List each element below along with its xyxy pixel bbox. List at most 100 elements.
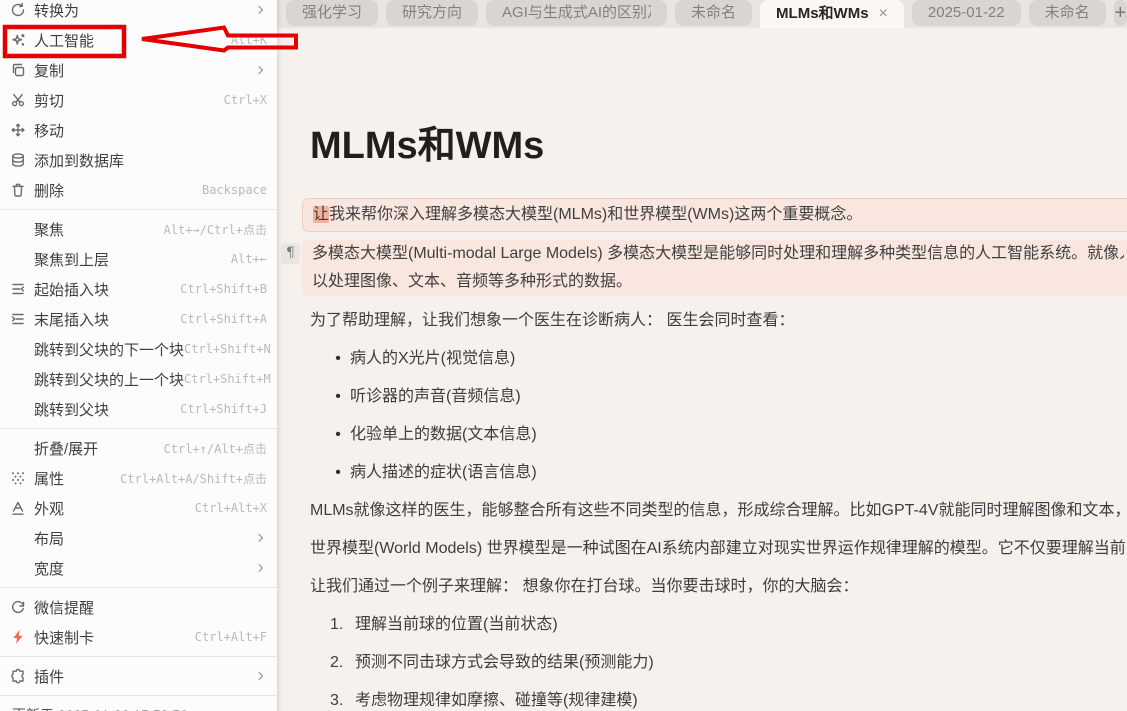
menu-item-focus-parent[interactable]: 聚焦到上层Alt+←	[0, 244, 277, 274]
bullet-marker: •	[326, 424, 350, 445]
cut-icon	[10, 92, 28, 108]
menu-item-jump-parent-prev[interactable]: 跳转到父块的上一个块Ctrl+Shift+M	[0, 364, 277, 394]
icon-spacer	[10, 530, 28, 546]
menu-item-label: 移动	[34, 120, 267, 141]
bullet-list-item[interactable]: •病人描述的症状(语言信息)	[310, 462, 1127, 483]
icon-spacer	[10, 221, 28, 237]
menu-item-insert-block-end[interactable]: 末尾插入块Ctrl+Shift+A	[0, 304, 277, 334]
menu-item-label: 人工智能	[34, 30, 231, 51]
tab-label: 研究方向	[402, 0, 462, 26]
menu-item-shortcut: Ctrl+X	[224, 93, 267, 107]
numbered-list-item[interactable]: 1.理解当前球的位置(当前状态)	[310, 614, 1127, 635]
menu-item-label: 末尾插入块	[34, 309, 180, 330]
paragraph-block[interactable]: MLMs就像这样的医生，能够整合所有这些不同类型的信息，形成综合理解。比如GPT…	[310, 500, 1127, 521]
paragraph-block[interactable]: 世界模型(World Models) 世界模型是一种试图在AI系统内部建立对现实…	[310, 538, 1127, 559]
tab-2025-01-22[interactable]: 2025-01-22	[912, 0, 1021, 26]
tab-agi-vs-genai[interactable]: AGI与生成式AI的区别及A	[486, 0, 667, 26]
paragraph-block[interactable]: 让我们通过一个例子来理解： 想象你在打台球。当你要击球时，你的大脑会：	[310, 576, 1127, 597]
tab-close-icon[interactable]: ×	[879, 1, 888, 27]
tab-label: 未命名	[691, 0, 736, 26]
wechat-icon	[10, 599, 28, 615]
menu-item-shortcut: Ctrl+↑/Alt+点击	[164, 440, 267, 457]
text-line: 以处理图像、文本、音频等多种形式的数据。	[312, 268, 1124, 296]
menu-item-add-to-database[interactable]: 添加到数据库	[0, 145, 277, 175]
chevron-right-icon	[255, 2, 267, 18]
menu-item-plugin[interactable]: 插件	[0, 661, 277, 691]
chevron-right-icon	[255, 668, 267, 684]
move-icon	[10, 122, 28, 138]
menu-separator	[0, 587, 277, 588]
paragraph-gutter-icon[interactable]: ¶	[281, 243, 300, 264]
numbered-list-item[interactable]: 3.考虑物理规律如摩擦、碰撞等(规律建模)	[310, 690, 1127, 711]
bullet-list-item[interactable]: •化验单上的数据(文本信息)	[310, 424, 1127, 445]
number-marker: 2.	[330, 652, 355, 673]
tab-untitled-1[interactable]: 未命名	[675, 0, 752, 26]
icon-spacer	[10, 401, 28, 417]
ai-highlighted-block[interactable]: ¶多模态大模型(Multi-modal Large Models) 多模态大模型…	[302, 240, 1127, 296]
menu-separator	[0, 428, 277, 429]
tab-research-direction[interactable]: 研究方向	[386, 0, 478, 26]
chevron-right-icon	[255, 530, 267, 546]
icon-spacer	[10, 251, 28, 267]
ai-highlighted-block[interactable]: 让我来帮你深入理解多模态大模型(MLMs)和世界模型(WMs)这两个重要概念。	[302, 198, 1127, 232]
icon-spacer	[10, 371, 28, 387]
block-updated-timestamp: 更新于 2025-01-22 15:52:56	[0, 700, 277, 711]
tab-untitled-2[interactable]: 未命名	[1029, 0, 1106, 26]
menu-item-label: 布局	[34, 528, 255, 549]
menu-item-layout[interactable]: 布局	[0, 523, 277, 553]
menu-item-shortcut: Ctrl+Shift+M	[184, 372, 271, 386]
menu-item-label: 聚焦	[34, 219, 164, 240]
menu-item-jump-to-parent[interactable]: 跳转到父块Ctrl+Shift+J	[0, 394, 277, 424]
convert-icon	[10, 2, 28, 18]
icon-spacer	[10, 560, 28, 576]
tab-mlms-and-wms[interactable]: MLMs和WMs×	[760, 0, 904, 28]
ai-icon	[10, 32, 28, 48]
menu-item-shortcut: Backspace	[202, 183, 267, 197]
number-marker: 1.	[330, 614, 355, 635]
menu-item-jump-parent-next[interactable]: 跳转到父块的下一个块Ctrl+Shift+N	[0, 334, 277, 364]
list-item-text: 考虑物理规律如摩擦、碰撞等(规律建模)	[355, 690, 638, 711]
menu-item-delete[interactable]: 删除Backspace	[0, 175, 277, 205]
document-title[interactable]: MLMs和WMs	[310, 120, 1127, 172]
menu-separator	[0, 656, 277, 657]
list-item-text: 理解当前球的位置(当前状态)	[355, 614, 558, 635]
menu-item-shortcut: Ctrl+Shift+N	[184, 342, 271, 356]
menu-item-quick-flashcard[interactable]: 快速制卡Ctrl+Alt+F	[0, 622, 277, 652]
menu-item-label: 删除	[34, 180, 202, 201]
bullet-marker: •	[326, 348, 350, 369]
insert-end-icon	[10, 311, 28, 327]
paragraph-block[interactable]: 为了帮助理解，让我们想象一个医生在诊断病人： 医生会同时查看：	[310, 310, 1127, 331]
editor-document[interactable]: MLMs和WMs 让我来帮你深入理解多模态大模型(MLMs)和世界模型(WMs)…	[277, 28, 1127, 711]
menu-item-shortcut: Ctrl+Alt+F	[195, 630, 267, 644]
menu-item-label: 添加到数据库	[34, 150, 267, 171]
menu-item-focus[interactable]: 聚焦Alt+→/Ctrl+点击	[0, 214, 277, 244]
menu-item-copy[interactable]: 复制	[0, 55, 277, 85]
menu-item-width[interactable]: 宽度	[0, 553, 277, 583]
bullet-list-item[interactable]: •病人的X光片(视觉信息)	[310, 348, 1127, 369]
plugin-icon	[10, 668, 28, 684]
tab-reinforcement-learning[interactable]: 强化学习	[286, 0, 378, 26]
numbered-list-item[interactable]: 2.预测不同击球方式会导致的结果(预测能力)	[310, 652, 1127, 673]
menu-item-insert-block-start[interactable]: 起始插入块Ctrl+Shift+B	[0, 274, 277, 304]
menu-item-ai[interactable]: 人工智能Alt+K	[0, 25, 277, 55]
menu-item-shortcut: Ctrl+Alt+A/Shift+点击	[120, 470, 267, 487]
trash-icon	[10, 182, 28, 198]
menu-item-attributes[interactable]: 属性Ctrl+Alt+A/Shift+点击	[0, 463, 277, 493]
bullet-list-item[interactable]: •听诊器的声音(音频信息)	[310, 386, 1127, 407]
menu-item-appearance[interactable]: 外观Ctrl+Alt+X	[0, 493, 277, 523]
menu-item-label: 宽度	[34, 558, 255, 579]
menu-item-shortcut: Alt+→/Ctrl+点击	[164, 221, 267, 238]
menu-item-wechat-reminder[interactable]: 微信提醒	[0, 592, 277, 622]
icon-spacer	[10, 341, 28, 357]
menu-item-cut[interactable]: 剪切Ctrl+X	[0, 85, 277, 115]
menu-separator	[0, 695, 277, 696]
menu-item-label: 快速制卡	[34, 627, 195, 648]
menu-item-move[interactable]: 移动	[0, 115, 277, 145]
database-icon	[10, 152, 28, 168]
menu-item-fold-unfold[interactable]: 折叠/展开Ctrl+↑/Alt+点击	[0, 433, 277, 463]
list-item-text: 听诊器的声音(音频信息)	[350, 386, 521, 407]
new-tab-button[interactable]: +	[1114, 0, 1127, 26]
list-item-text: 化验单上的数据(文本信息)	[350, 424, 537, 445]
menu-item-convert-to[interactable]: 转换为	[0, 0, 277, 25]
chevron-right-icon	[255, 560, 267, 576]
